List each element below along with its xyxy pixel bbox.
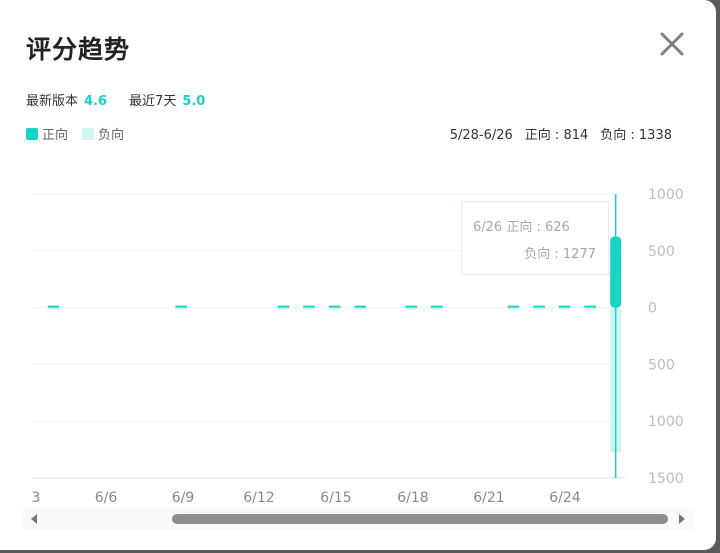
legend-negative[interactable]: 负向 xyxy=(82,124,124,143)
bar-negative xyxy=(354,307,367,310)
bar-positive xyxy=(47,305,60,308)
bar-positive xyxy=(584,305,597,308)
rating-trend-dialog: 评分趋势 最新版本 4.6 最近7天 5.0 正向 负向 5/28-6/26 正向 : … xyxy=(0,0,716,550)
bar-positive xyxy=(507,305,520,308)
legend-negative-swatch xyxy=(82,127,95,140)
bar-positive xyxy=(328,305,341,308)
chart-tooltip: 6/26 正向 : 626 负向 : 1277 xyxy=(461,201,609,275)
summary-negative: 负向 : 1338 xyxy=(600,128,672,143)
scroll-left-icon[interactable] xyxy=(28,513,40,525)
close-icon[interactable] xyxy=(655,27,689,61)
bar-negative xyxy=(430,307,443,310)
x-tick-label: 6/24 xyxy=(549,490,581,506)
legend-positive[interactable]: 正向 xyxy=(26,124,68,143)
bar-positive xyxy=(405,305,418,308)
dialog-title: 评分趋势 xyxy=(26,35,131,64)
bar-negative xyxy=(47,307,60,310)
legend-positive-swatch xyxy=(26,127,38,140)
bar-negative xyxy=(405,307,418,310)
bar-positive xyxy=(175,305,188,308)
tooltip-line-negative: 负向 : 1277 xyxy=(524,247,596,262)
y-tick-label: 1000 xyxy=(648,414,684,430)
y-tick-label: 500 xyxy=(648,244,675,260)
range-summary: 5/28-6/26 正向 : 814 负向 : 1338 xyxy=(450,124,672,143)
recent-7-days-label: 最近7天 xyxy=(129,94,177,109)
x-tick-label: 6/9 xyxy=(172,490,195,506)
bar-negative xyxy=(303,307,316,310)
bar-negative xyxy=(175,307,188,310)
bar-negative xyxy=(277,307,290,310)
y-tick-label: 1500 xyxy=(648,471,684,487)
legend-positive-label: 正向 xyxy=(42,128,69,143)
y-tick-label: 0 xyxy=(648,301,657,317)
scroll-right-icon[interactable] xyxy=(676,513,688,525)
summary-positive: 正向 : 814 xyxy=(524,128,589,143)
y-tick-label: 1000 xyxy=(648,187,684,203)
bar-positive xyxy=(558,305,571,308)
bar-negative xyxy=(533,307,545,310)
x-tick-label: 6/12 xyxy=(243,490,274,506)
x-tick-label: 6/18 xyxy=(397,490,428,506)
bar-positive xyxy=(303,305,316,308)
latest-version-label: 最新版本 xyxy=(26,94,79,109)
summary-range: 5/28-6/26 xyxy=(449,128,513,143)
bar-positive xyxy=(277,305,290,308)
latest-version-value: 4.6 xyxy=(84,94,108,109)
chart-legend: 正向 负向 xyxy=(26,124,124,143)
bar-negative xyxy=(558,307,571,310)
bar-negative xyxy=(328,307,341,310)
bar-positive xyxy=(430,305,443,308)
x-tick-label: 6/21 xyxy=(473,490,504,506)
bar-negative xyxy=(584,307,597,310)
scrollbar-thumb[interactable] xyxy=(172,514,668,524)
legend-negative-label: 负向 xyxy=(98,128,125,143)
chart-horizontal-scrollbar[interactable] xyxy=(22,508,694,530)
bar-positive xyxy=(354,305,367,308)
x-tick-label: 6/15 xyxy=(320,490,351,506)
x-tick-label: 6/6 xyxy=(95,490,118,506)
bar-negative xyxy=(507,307,520,310)
tooltip-line-positive: 6/26 正向 : 626 xyxy=(473,220,570,235)
recent-7-days-value: 5.0 xyxy=(182,94,206,109)
rating-stats: 最新版本 4.6 最近7天 5.0 xyxy=(26,90,227,109)
x-tick-label: 3 xyxy=(32,490,41,506)
bar-positive xyxy=(533,305,545,308)
y-tick-label: 500 xyxy=(648,357,675,373)
